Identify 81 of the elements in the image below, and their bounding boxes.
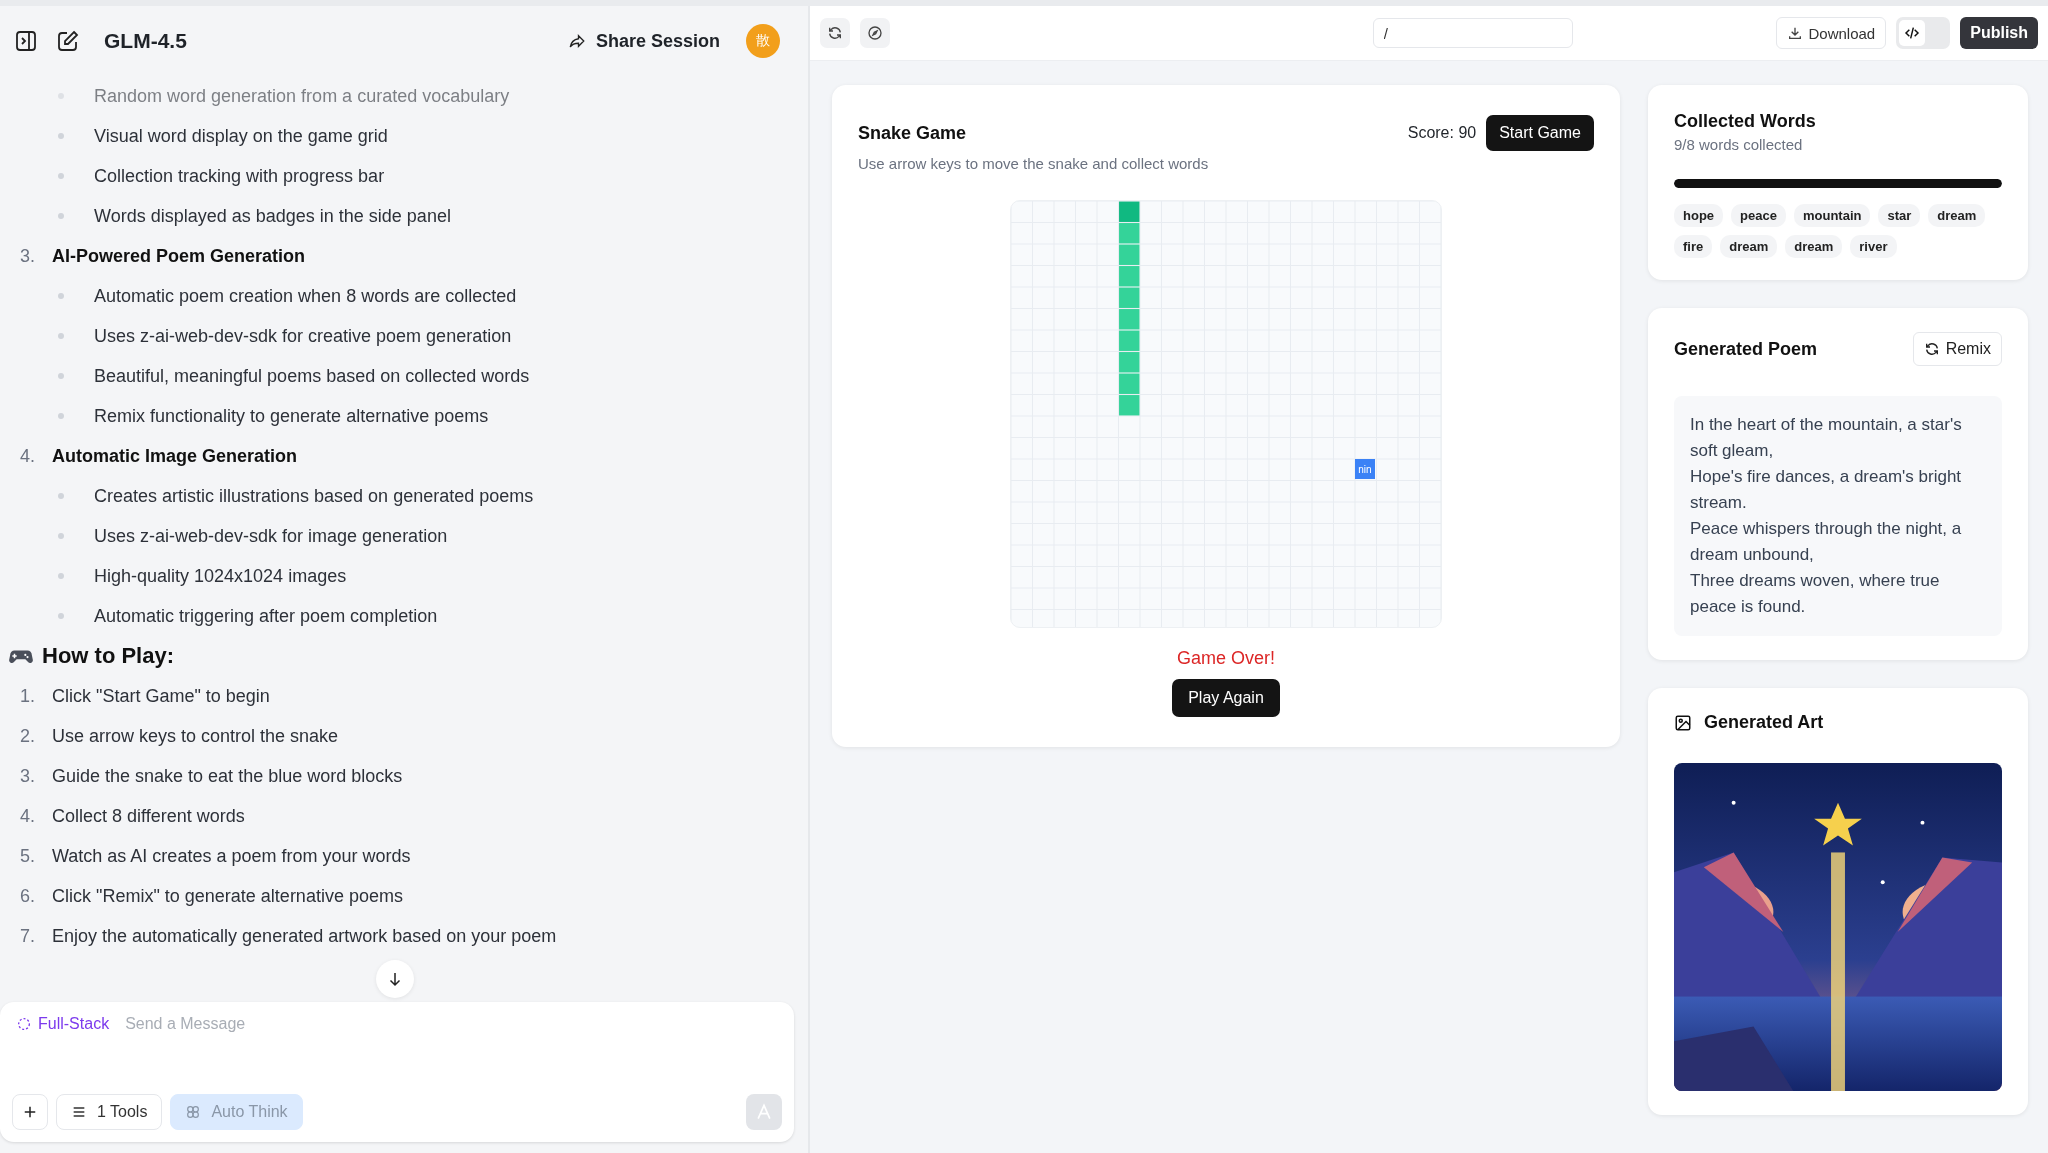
card-title: Snake Game (858, 122, 967, 144)
model-title: GLM-4.5 (104, 29, 187, 53)
list-number: 1. (20, 685, 36, 707)
full-stack-mode-link[interactable]: Full-Stack (16, 1015, 110, 1033)
word-badge: star (1878, 204, 1921, 227)
code-view-tab[interactable] (1899, 20, 1926, 46)
list-item: Automatic poem creation when 8 words are collected (94, 285, 517, 307)
word-food: nin (1355, 459, 1375, 479)
refresh-icon (1923, 341, 1940, 357)
card-title: Collected Words (1674, 111, 1817, 132)
share-icon (567, 32, 586, 50)
list-item: Words displayed as badges in the side panel (94, 205, 451, 227)
list-item: Automatic triggering after poem completion (94, 605, 438, 627)
list-item: Beautiful, meaningful poems based on collected words (94, 365, 530, 387)
list-number: 2. (20, 725, 36, 747)
word-badge: mountain (1793, 204, 1871, 227)
word-badge: peace (1731, 204, 1786, 227)
list-number: 5. (20, 845, 36, 867)
list-number: 7. (20, 925, 36, 947)
menu-icon (71, 1104, 87, 1120)
list-item: Visual word display on the game grid (94, 125, 388, 147)
dotted-circle-icon (16, 1016, 32, 1032)
tools-button[interactable]: 1 Tools (56, 1094, 163, 1130)
card-title: Generated Poem (1674, 338, 1818, 360)
list-number: 6. (20, 885, 36, 907)
refresh-button[interactable] (820, 18, 850, 48)
list-number: 4. (20, 805, 36, 827)
view-toggle[interactable] (1896, 17, 1951, 49)
score-label: Score: 90 (1407, 124, 1477, 142)
word-badge: dream (1928, 204, 1986, 227)
start-game-button[interactable]: Start Game (1486, 115, 1594, 151)
list-item: Random word generation from a curated vocabulary (94, 85, 510, 107)
word-badge: river (1850, 235, 1897, 258)
code-icon (1904, 25, 1921, 41)
list-item: Collection tracking with progress bar (94, 165, 385, 187)
list-number: 4. (20, 445, 36, 467)
list-item: Click "Remix" to generate alternative poems (52, 885, 403, 907)
download-button[interactable]: Download (1775, 17, 1887, 49)
add-button[interactable] (12, 1094, 48, 1130)
list-item: Remix functionality to generate alternative poems (94, 405, 489, 427)
card-title: Generated Art (1704, 712, 1824, 733)
feature-title: AI-Powered Poem Generation (52, 245, 306, 267)
scroll-down-button[interactable] (376, 960, 414, 998)
list-item: Collect 8 different words (52, 805, 245, 827)
game-over-label: Game Over! (1177, 648, 1275, 670)
download-icon (1786, 25, 1803, 41)
list-item: Enjoy the automatically generated artwork based on your poem (52, 925, 557, 947)
list-number: 3. (20, 245, 36, 267)
list-item: Creates artistic illustrations based on generated poems (94, 485, 534, 507)
publish-button[interactable]: Publish (1960, 17, 2038, 49)
poem-line: Hope's fire dances, a dream's bright stream. (1690, 466, 1963, 514)
image-icon (1674, 713, 1692, 732)
compass-icon (867, 25, 883, 41)
word-badge: dream (1720, 235, 1778, 258)
list-item: High-quality 1024x1024 images (94, 565, 347, 587)
list-item: Uses z-ai-web-dev-sdk for creative poem generation (94, 325, 512, 347)
card-subtitle: Use arrow keys to move the snake and collect words (858, 155, 1210, 172)
list-item: Guide the snake to eat the blue word blocks (52, 765, 403, 787)
list-item: Use arrow keys to control the snake (52, 725, 339, 747)
list-item: Uses z-ai-web-dev-sdk for image generation (94, 525, 448, 547)
refresh-icon (827, 25, 843, 41)
word-badge: fire (1674, 235, 1713, 258)
sidebar-toggle-icon[interactable] (14, 29, 38, 53)
poem-line: In the heart of the mountain, a star's soft gleam, (1690, 414, 1963, 462)
word-badge: dream (1785, 235, 1843, 258)
four-circles-icon (185, 1104, 202, 1120)
play-again-button[interactable]: Play Again (1172, 679, 1280, 717)
remix-button[interactable]: Remix (1912, 332, 2002, 366)
word-badge: hope (1674, 204, 1724, 227)
feature-title: Automatic Image Generation (52, 445, 298, 467)
section-heading: How to Play: (42, 643, 174, 669)
list-number: 3. (20, 765, 36, 787)
url-field[interactable]: / (1372, 18, 1573, 48)
poem-line: Three dreams woven, where true peace is found. (1690, 570, 1941, 618)
compass-button[interactable] (860, 18, 890, 48)
list-item: Click "Start Game" to begin (52, 685, 270, 707)
list-item: Watch as AI creates a poem from your words (52, 845, 411, 867)
poem-line: Peace whispers through the night, a dream unbound, (1690, 518, 1963, 566)
new-chat-icon[interactable] (56, 29, 80, 53)
share-session-button[interactable]: Share Session (559, 26, 728, 56)
card-subtitle: 9/8 words collected (1674, 136, 1804, 153)
